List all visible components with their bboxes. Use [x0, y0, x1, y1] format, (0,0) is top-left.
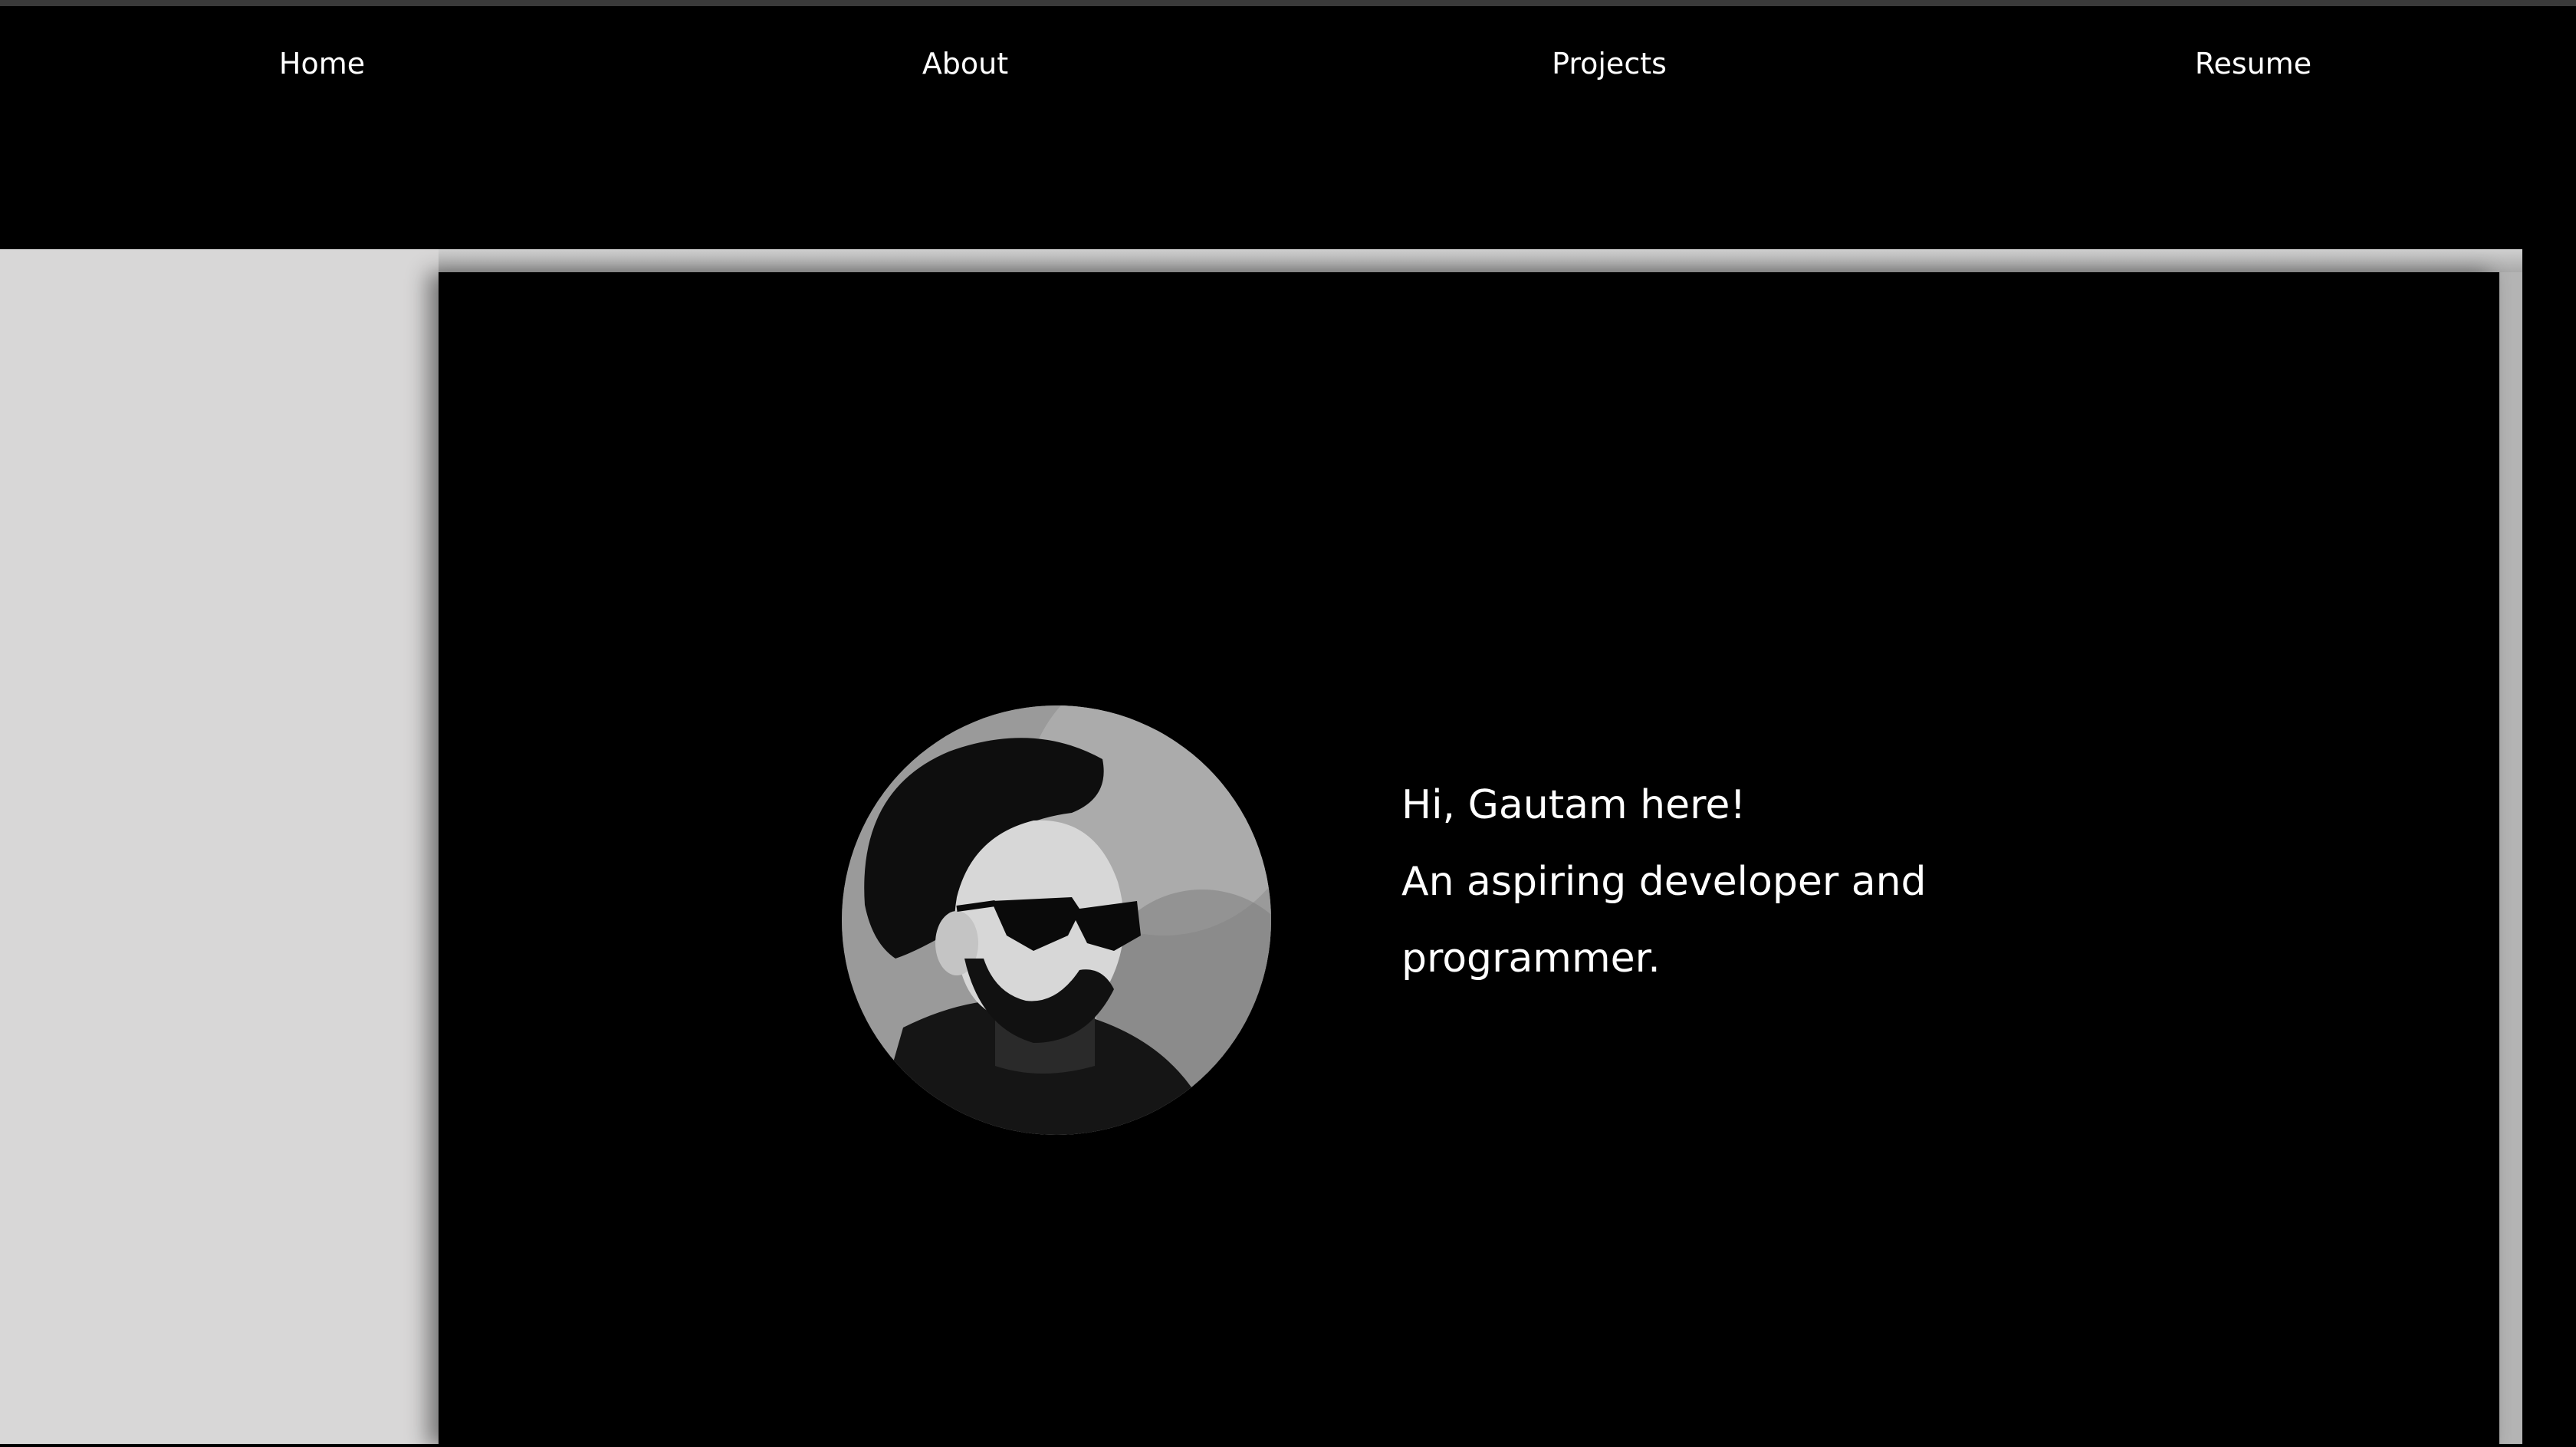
- scrollbar-track[interactable]: [2522, 249, 2576, 1447]
- greeting-text: Hi, Gautam here!: [1401, 782, 1746, 828]
- avatar: [842, 705, 1271, 1135]
- window-bottom-border: [0, 1444, 2576, 1447]
- profile-photo-icon: [842, 705, 1271, 1135]
- nav-home-link[interactable]: Home: [169, 37, 475, 90]
- nav-projects-link[interactable]: Projects: [1456, 37, 1763, 90]
- tagline-line-2: programmer.: [1401, 936, 1661, 982]
- nav-about-link[interactable]: About: [812, 37, 1119, 90]
- intro-text: Hi, Gautam here! An aspiring developer a…: [1401, 767, 2091, 997]
- nav-resume-link[interactable]: Resume: [2100, 37, 2407, 90]
- card-top-shadow: [439, 249, 2522, 272]
- window-top-border: [0, 0, 2576, 6]
- navbar: Home About Projects Resume: [0, 6, 2576, 249]
- tagline-line-1: An aspiring developer and: [1401, 859, 1927, 905]
